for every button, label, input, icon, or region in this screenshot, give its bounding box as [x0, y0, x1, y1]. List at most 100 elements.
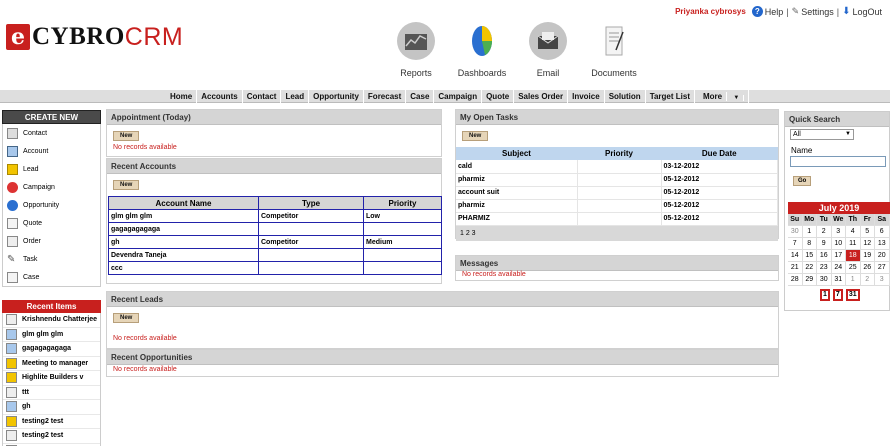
- nav-lead[interactable]: Lead: [281, 90, 310, 104]
- account-name-cell[interactable]: gagagagagaga: [108, 222, 259, 236]
- table-row[interactable]: PHARMIZ 05-12-2012: [456, 212, 778, 226]
- task-subject-cell[interactable]: account suit: [456, 186, 578, 200]
- nav-case[interactable]: Case: [406, 90, 435, 104]
- column-header[interactable]: Priority: [363, 196, 442, 210]
- calendar-title[interactable]: July 2019: [788, 202, 890, 214]
- calendar-day[interactable]: 17: [831, 250, 846, 262]
- table-row[interactable]: ccc: [108, 261, 442, 275]
- module-documents[interactable]: Documents: [582, 22, 646, 78]
- calendar-day[interactable]: 27: [875, 262, 890, 274]
- calendar-day[interactable]: 19: [860, 250, 875, 262]
- calendar-day[interactable]: 5: [860, 226, 875, 238]
- recent-item[interactable]: testing2 test: [3, 429, 100, 444]
- account-name-cell[interactable]: Devendra Taneja: [108, 248, 259, 262]
- create-order[interactable]: Order: [3, 232, 100, 250]
- account-name-cell[interactable]: glm glm glm: [108, 209, 259, 223]
- nav-solution[interactable]: Solution: [605, 90, 646, 104]
- recent-item[interactable]: Meeting to manager: [3, 357, 100, 371]
- calendar-footer-link[interactable]: 31: [845, 289, 860, 301]
- table-row[interactable]: gh Competitor Medium: [108, 235, 442, 249]
- table-row[interactable]: cald 03-12-2012: [456, 160, 778, 174]
- table-row[interactable]: glm glm glm Competitor Low: [108, 209, 442, 223]
- calendar-day[interactable]: 29: [802, 274, 817, 286]
- table-row[interactable]: account suit 05-12-2012: [456, 186, 778, 200]
- calendar-footer-link[interactable]: 1: [820, 289, 830, 301]
- logout-link[interactable]: LogOut: [852, 7, 882, 17]
- nav-more[interactable]: More ▼: [695, 90, 750, 104]
- create-task[interactable]: ✎ Task: [3, 250, 100, 268]
- create-contact[interactable]: Contact: [3, 124, 100, 142]
- calendar-day[interactable]: 2: [860, 274, 875, 286]
- calendar-day[interactable]: 3: [875, 274, 890, 286]
- new-appointment-button[interactable]: New: [113, 131, 140, 141]
- nav-sales-order[interactable]: Sales Order: [514, 90, 569, 104]
- nav-target-list[interactable]: Target List: [646, 90, 695, 104]
- calendar-day[interactable]: 23: [817, 262, 832, 274]
- create-quote[interactable]: Quote: [3, 214, 100, 232]
- task-subject-cell[interactable]: PHARMIZ: [456, 212, 578, 226]
- recent-item[interactable]: Krishnendu Chatterjee: [3, 313, 100, 328]
- create-lead[interactable]: Lead: [3, 160, 100, 178]
- calendar-day[interactable]: 8: [802, 238, 817, 250]
- module-email[interactable]: Email: [516, 22, 580, 78]
- calendar-day[interactable]: 18: [846, 250, 861, 262]
- table-row[interactable]: Devendra Taneja: [108, 248, 442, 262]
- recent-item[interactable]: gagagagagaga: [3, 342, 100, 357]
- create-account[interactable]: Account: [3, 142, 100, 160]
- calendar-day[interactable]: 9: [817, 238, 832, 250]
- calendar-day[interactable]: 16: [817, 250, 832, 262]
- table-row[interactable]: gagagagagaga: [108, 222, 442, 236]
- recent-item[interactable]: ttt: [3, 386, 100, 400]
- new-task-button[interactable]: New: [462, 131, 489, 141]
- module-reports[interactable]: Reports: [384, 22, 448, 78]
- calendar-day[interactable]: 15: [802, 250, 817, 262]
- new-account-button[interactable]: New: [113, 180, 140, 190]
- task-subject-cell[interactable]: pharmiz: [456, 199, 578, 213]
- module-select[interactable]: All ▼: [790, 129, 854, 140]
- calendar-day[interactable]: 1: [802, 226, 817, 238]
- calendar-day[interactable]: 14: [788, 250, 803, 262]
- column-header[interactable]: Type: [258, 196, 364, 210]
- calendar-day[interactable]: 12: [860, 238, 875, 250]
- column-header[interactable]: Due Date: [661, 147, 778, 160]
- nav-contact[interactable]: Contact: [243, 90, 282, 104]
- help-link[interactable]: Help: [765, 7, 784, 17]
- user-name-link[interactable]: Priyanka cybrosys: [675, 7, 746, 16]
- logout-icon[interactable]: ⬇: [842, 6, 850, 17]
- module-dashboards[interactable]: Dashboards: [450, 22, 514, 78]
- new-lead-button[interactable]: New: [113, 313, 140, 323]
- calendar-day[interactable]: 4: [846, 226, 861, 238]
- nav-quote[interactable]: Quote: [482, 90, 515, 104]
- nav-forecast[interactable]: Forecast: [364, 90, 407, 104]
- calendar-day[interactable]: 30: [817, 274, 832, 286]
- calendar-day[interactable]: 25: [846, 262, 861, 274]
- calendar-day[interactable]: 13: [875, 238, 890, 250]
- calendar-day[interactable]: 28: [788, 274, 803, 286]
- calendar-day[interactable]: 1: [846, 274, 861, 286]
- table-row[interactable]: pharmiz 05-12-2012: [456, 173, 778, 187]
- calendar-day[interactable]: 2: [817, 226, 832, 238]
- calendar-day[interactable]: 6: [875, 226, 890, 238]
- account-name-cell[interactable]: gh: [108, 235, 259, 249]
- calendar-day[interactable]: 7: [788, 238, 803, 250]
- calendar-day[interactable]: 24: [831, 262, 846, 274]
- nav-accounts[interactable]: Accounts: [197, 90, 243, 104]
- create-case[interactable]: Case: [3, 268, 100, 286]
- go-button[interactable]: Go: [793, 176, 812, 186]
- column-header[interactable]: Account Name: [108, 196, 259, 210]
- help-icon[interactable]: ?: [751, 6, 763, 17]
- column-header[interactable]: Priority: [577, 147, 661, 160]
- calendar-day[interactable]: 20: [875, 250, 890, 262]
- nav-opportunity[interactable]: Opportunity: [309, 90, 364, 104]
- calendar-day[interactable]: 30: [788, 226, 803, 238]
- nav-campaign[interactable]: Campaign: [434, 90, 483, 104]
- name-search-input[interactable]: [790, 156, 886, 167]
- column-header[interactable]: Subject: [456, 147, 577, 160]
- tasks-pager[interactable]: 1 2 3: [456, 225, 778, 241]
- nav-invoice[interactable]: Invoice: [568, 90, 605, 104]
- logo[interactable]: e CYBRO CRM: [6, 23, 183, 51]
- calendar-day[interactable]: 26: [860, 262, 875, 274]
- calendar-day[interactable]: 3: [831, 226, 846, 238]
- create-opportunity[interactable]: Opportunity: [3, 196, 100, 214]
- wrench-icon[interactable]: ✎: [792, 6, 800, 17]
